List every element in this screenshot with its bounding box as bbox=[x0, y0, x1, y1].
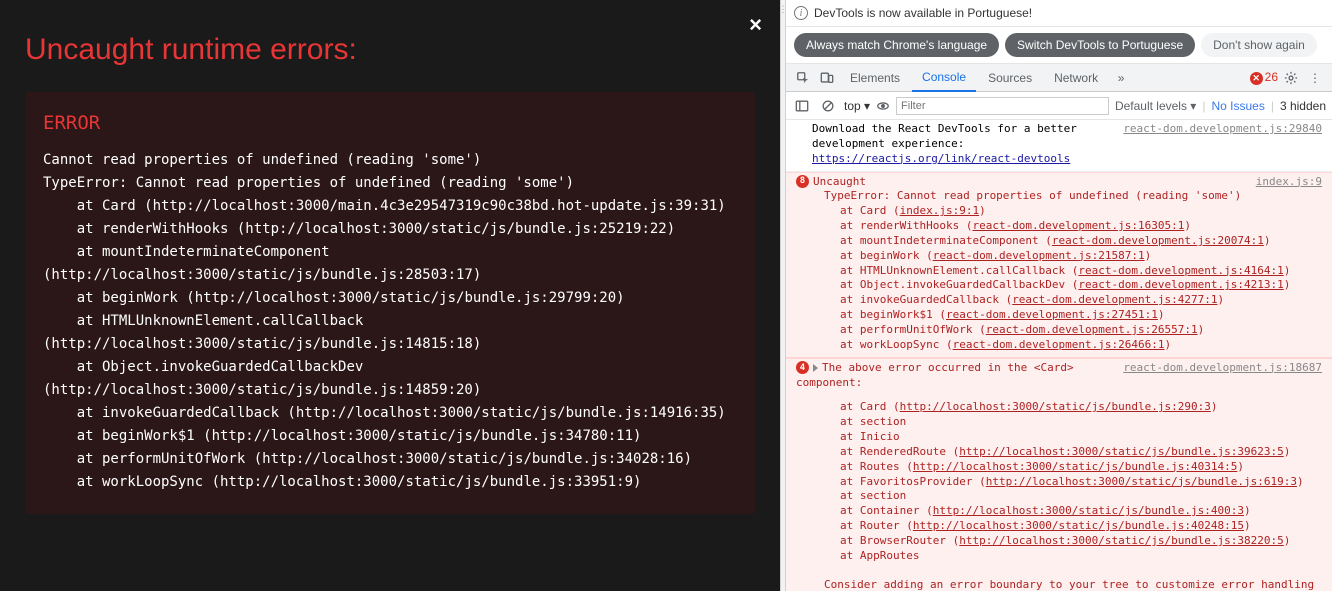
console-error: index.js:9 8 Uncaught TypeError: Cannot r… bbox=[786, 172, 1332, 358]
source-link[interactable]: http://localhost:3000/static/js/bundle.j… bbox=[900, 400, 1211, 413]
source-link[interactable]: react-dom.development.js:26466:1 bbox=[953, 338, 1165, 351]
overlay-title: Uncaught runtime errors: bbox=[25, 33, 755, 67]
console-error: react-dom.development.js:18687 4The abov… bbox=[786, 358, 1332, 591]
source-link[interactable]: react-dom.development.js:29840 bbox=[1123, 122, 1322, 137]
console-filter-bar: top ▾ Default levels ▾ | No Issues | 3 h… bbox=[786, 92, 1332, 120]
source-link[interactable]: http://localhost:3000/static/js/bundle.j… bbox=[959, 534, 1284, 547]
devtools-pane: i DevTools is now available in Portugues… bbox=[786, 0, 1332, 591]
settings-icon[interactable] bbox=[1280, 71, 1302, 85]
source-link[interactable]: react-dom.development.js:27451:1 bbox=[946, 308, 1158, 321]
source-link[interactable]: http://localhost:3000/static/js/bundle.j… bbox=[959, 445, 1284, 458]
kebab-menu-icon[interactable]: ⋮ bbox=[1304, 71, 1326, 85]
error-title: Uncaught bbox=[813, 175, 866, 188]
react-error-overlay: × Uncaught runtime errors: ERROR Cannot … bbox=[0, 0, 780, 591]
tab-sources[interactable]: Sources bbox=[978, 65, 1042, 91]
devtools-tabs: Elements Console Sources Network » ✕26 ⋮ bbox=[786, 64, 1332, 92]
source-link[interactable]: react-dom.development.js:16305:1 bbox=[972, 219, 1184, 232]
log-levels[interactable]: Default levels ▾ bbox=[1115, 99, 1196, 113]
info-text: DevTools is now available in Portuguese! bbox=[814, 6, 1032, 20]
error-count[interactable]: ✕26 bbox=[1250, 70, 1278, 85]
source-link[interactable]: react-dom.development.js:4164:1 bbox=[1078, 264, 1283, 277]
error-body: TypeError: Cannot read properties of und… bbox=[824, 189, 1322, 204]
info-icon: i bbox=[794, 6, 808, 20]
live-expression-icon[interactable] bbox=[876, 98, 890, 113]
source-link[interactable]: react-dom.development.js:4213:1 bbox=[1078, 278, 1283, 291]
source-link[interactable]: react-dom.development.js:20074:1 bbox=[1052, 234, 1264, 247]
source-link[interactable]: index.js:9 bbox=[1256, 175, 1322, 190]
error-stack: Cannot read properties of undefined (rea… bbox=[43, 149, 737, 494]
context-selector[interactable]: top ▾ bbox=[844, 99, 870, 113]
chip-switch-language[interactable]: Switch DevTools to Portuguese bbox=[1005, 33, 1195, 57]
device-toggle-icon[interactable] bbox=[816, 71, 838, 85]
error-box: ERROR Cannot read properties of undefine… bbox=[25, 92, 755, 514]
close-icon[interactable]: × bbox=[749, 12, 762, 38]
tab-network[interactable]: Network bbox=[1044, 65, 1108, 91]
expand-icon[interactable] bbox=[813, 364, 818, 372]
source-link[interactable]: http://localhost:3000/static/js/bundle.j… bbox=[913, 460, 1238, 473]
source-link[interactable]: react-dom.development.js:4277:1 bbox=[1012, 293, 1217, 306]
console-messages: react-dom.development.js:29840 Download … bbox=[786, 120, 1332, 591]
console-message: react-dom.development.js:29840 Download … bbox=[786, 120, 1332, 172]
hidden-count[interactable]: 3 hidden bbox=[1280, 99, 1326, 113]
tab-console[interactable]: Console bbox=[912, 64, 976, 92]
error-label: ERROR bbox=[43, 112, 737, 135]
more-tabs-icon[interactable]: » bbox=[1110, 71, 1132, 85]
source-link[interactable]: http://localhost:3000/static/js/bundle.j… bbox=[933, 504, 1244, 517]
source-link[interactable]: http://localhost:3000/static/js/bundle.j… bbox=[986, 475, 1297, 488]
error-title: The above error occurred in the <Card> c… bbox=[796, 361, 1074, 389]
source-link[interactable]: react-dom.development.js:21587:1 bbox=[933, 249, 1145, 262]
language-chips: Always match Chrome's language Switch De… bbox=[786, 27, 1332, 64]
source-link[interactable]: react-dom.development.js:26557:1 bbox=[986, 323, 1198, 336]
error-trace: at Card (http://localhost:3000/static/js… bbox=[840, 400, 1322, 563]
clear-console-icon[interactable] bbox=[818, 98, 838, 113]
error-count-badge: 8 bbox=[796, 175, 809, 188]
inspect-icon[interactable] bbox=[792, 71, 814, 85]
no-issues[interactable]: No Issues bbox=[1211, 99, 1264, 113]
react-devtools-link[interactable]: https://reactjs.org/link/react-devtools bbox=[812, 152, 1070, 165]
error-count-badge: 4 bbox=[796, 361, 809, 374]
source-link[interactable]: index.js:9:1 bbox=[900, 204, 979, 217]
filter-input[interactable] bbox=[896, 97, 1109, 115]
error-footer: Consider adding an error boundary to you… bbox=[824, 578, 1322, 591]
sidebar-toggle-icon[interactable] bbox=[792, 98, 812, 113]
chip-dont-show[interactable]: Don't show again bbox=[1201, 33, 1317, 57]
chip-always-match[interactable]: Always match Chrome's language bbox=[794, 33, 999, 57]
tab-elements[interactable]: Elements bbox=[840, 65, 910, 91]
devtools-info-bar: i DevTools is now available in Portugues… bbox=[786, 0, 1332, 27]
error-trace: at Card (index.js:9:1)at renderWithHooks… bbox=[840, 204, 1322, 352]
source-link[interactable]: react-dom.development.js:18687 bbox=[1123, 361, 1322, 376]
source-link[interactable]: http://localhost:3000/static/js/bundle.j… bbox=[913, 519, 1244, 532]
